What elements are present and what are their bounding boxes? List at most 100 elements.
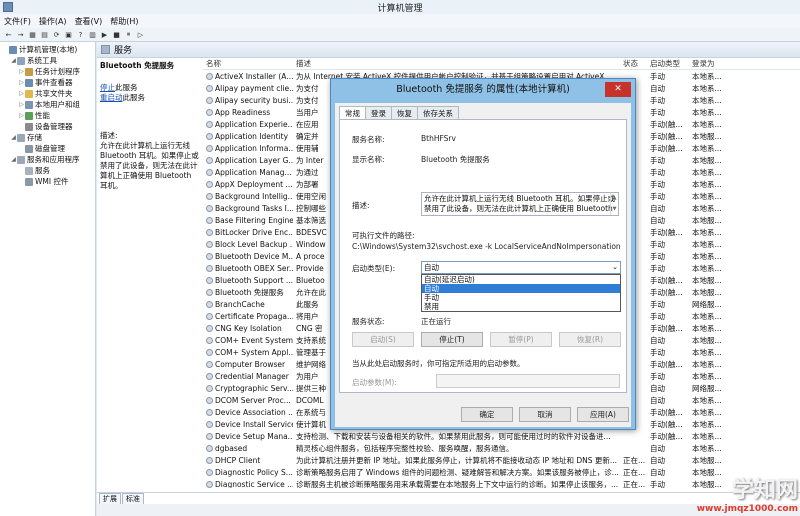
service-name-text: Certificate Propaga... xyxy=(215,311,293,321)
start-button[interactable]: 启动(S) xyxy=(352,332,414,347)
column-name[interactable]: 名称 xyxy=(203,58,293,69)
tree-item[interactable]: ◢ 存储 xyxy=(0,132,95,143)
service-description-pane: Bluetooth 免提服务 停止此服务 重启动此服务 描述: 允许在此计算机上… xyxy=(100,61,199,190)
toolbar: ← → ▦ ▤ ⟳ ▣ ? ▥ ▶ ■ ⏸ ▷ xyxy=(0,28,800,42)
service-startup-cell: 手动 xyxy=(650,71,665,81)
gear-icon xyxy=(206,204,213,212)
table-row[interactable]: Device Setup Mana... 支持检测、下载和安装与设备相关的软件。如… xyxy=(203,430,800,442)
tab-standard[interactable]: 标准 xyxy=(122,492,144,505)
expand-arrow-icon[interactable]: ◢ xyxy=(10,132,17,143)
tree-item[interactable]: ▷ 共享文件夹 xyxy=(0,88,95,99)
column-startup-type[interactable]: 启动类型 xyxy=(648,58,690,69)
tab-logon[interactable]: 登录 xyxy=(365,106,392,120)
description-field-label: 描述: xyxy=(352,201,370,210)
service-startup-cell: 手动(触... xyxy=(650,407,683,417)
service-name-text: Device Setup Mana... xyxy=(215,431,293,441)
tree-item[interactable]: ▷ 性能 xyxy=(0,110,95,121)
menu-file[interactable]: 文件(F) xyxy=(4,16,31,27)
stop-service-icon[interactable]: ■ xyxy=(112,30,121,39)
properties-icon[interactable]: ▥ xyxy=(88,30,97,39)
column-status[interactable]: 状态 xyxy=(621,58,648,69)
tree-item-label: 任务计划程序 xyxy=(35,67,80,76)
service-name-text: Computer Browser xyxy=(215,359,286,369)
expand-arrow-icon[interactable]: ▷ xyxy=(18,66,25,77)
startup-option[interactable]: 自动(延迟启动) xyxy=(422,275,620,284)
dialog-title: Bluetooth 免提服务 的属性(本地计算机) xyxy=(396,84,570,95)
tree-item-label: 服务 xyxy=(35,166,50,175)
list-icon[interactable]: ▤ xyxy=(40,30,49,39)
expand-arrow-icon[interactable]: ▷ xyxy=(18,99,25,110)
startup-option[interactable]: 自动 xyxy=(422,284,620,293)
expand-arrow-icon[interactable]: ◢ xyxy=(10,55,17,66)
chevron-down-icon[interactable]: ⌄ xyxy=(612,262,618,273)
service-name-text: DCOM Server Proc... xyxy=(215,395,291,405)
expand-arrow-icon[interactable]: ▷ xyxy=(18,110,25,121)
tree-item-label: 性能 xyxy=(35,111,50,120)
tree-item[interactable]: ▷ 本地用户和组 xyxy=(0,99,95,110)
gear-icon xyxy=(206,84,213,92)
cancel-button[interactable]: 取消 xyxy=(519,407,571,422)
back-icon[interactable]: ← xyxy=(4,30,13,39)
tree-node-icon xyxy=(25,166,33,175)
tree-item[interactable]: ▷ 任务计划程序 xyxy=(0,66,95,77)
forward-icon[interactable]: → xyxy=(16,30,25,39)
service-name-text: dgbased xyxy=(215,443,248,453)
startup-option[interactable]: 禁用 xyxy=(422,302,620,311)
restart-service-icon[interactable]: ▷ xyxy=(136,30,145,39)
service-name-text: Alipay payment clie... xyxy=(215,83,293,93)
service-logon-cell: 本地服... xyxy=(692,131,722,141)
horizontal-scrollbar[interactable] xyxy=(97,504,800,516)
start-service-icon[interactable]: ▶ xyxy=(100,30,109,39)
tree-item[interactable]: ◢ 服务和应用程序 xyxy=(0,154,95,165)
table-row[interactable]: DHCP Client 为此计算机注册并更新 IP 地址。如果此服务停止，计算机将… xyxy=(203,454,800,466)
service-logon-cell: 本地系... xyxy=(692,263,722,273)
help-icon[interactable]: ? xyxy=(76,30,85,39)
menu-action[interactable]: 操作(A) xyxy=(39,16,67,27)
tree-item[interactable]: ▷ 事件查看器 xyxy=(0,77,95,88)
gear-icon xyxy=(206,324,213,332)
show-tree-icon[interactable]: ▦ xyxy=(28,30,37,39)
service-startup-cell: 手动 xyxy=(650,155,665,165)
tree-item[interactable]: 计算机管理(本地) xyxy=(0,44,95,55)
tree-item[interactable]: ◢ 系统工具 xyxy=(0,55,95,66)
service-startup-cell: 自动 xyxy=(650,395,665,405)
selected-service-title: Bluetooth 免提服务 xyxy=(100,61,175,70)
service-logon-cell: 本地服... xyxy=(692,287,722,297)
restart-service-link[interactable]: 重启动 xyxy=(100,93,123,102)
tree-item[interactable]: WMI 控件 xyxy=(0,176,95,187)
resume-button[interactable]: 恢复(R) xyxy=(559,332,621,347)
pause-service-icon[interactable]: ⏸ xyxy=(124,30,133,39)
tab-recovery[interactable]: 恢复 xyxy=(391,106,418,120)
tab-dependencies[interactable]: 依存关系 xyxy=(417,106,459,120)
ok-button[interactable]: 确定 xyxy=(461,407,513,422)
pause-button[interactable]: 暂停(P) xyxy=(490,332,552,347)
service-name-cell: Diagnostic Service ... xyxy=(203,480,293,488)
tree-item[interactable]: 服务 xyxy=(0,165,95,176)
expand-arrow-icon[interactable]: ▷ xyxy=(18,88,25,99)
service-name-cell: DCOM Server Proc... xyxy=(203,396,293,405)
menu-help[interactable]: 帮助(H) xyxy=(110,16,138,27)
service-status-cell: 正在... xyxy=(623,455,646,465)
gear-icon xyxy=(206,252,213,260)
description-scrollbar[interactable]: ▲ ▼ xyxy=(610,193,618,215)
tab-extended[interactable]: 扩展 xyxy=(99,492,121,505)
stop-button[interactable]: 停止(T) xyxy=(421,332,483,347)
refresh-icon[interactable]: ⟳ xyxy=(52,30,61,39)
startup-option[interactable]: 手动 xyxy=(422,293,620,302)
expand-arrow-icon[interactable]: ◢ xyxy=(10,154,17,165)
column-description[interactable]: 描述 xyxy=(293,58,621,69)
startup-type-select[interactable]: 自动 ⌄ xyxy=(421,261,621,274)
expand-arrow-icon[interactable]: ▷ xyxy=(18,77,25,88)
start-params-input[interactable] xyxy=(436,374,620,388)
stop-service-link[interactable]: 停止 xyxy=(100,83,115,92)
export-icon[interactable]: ▣ xyxy=(64,30,73,39)
column-logon-as[interactable]: 登录为 xyxy=(690,58,730,69)
service-name-cell: Alipay security busi... xyxy=(203,96,293,105)
close-icon[interactable]: ✕ xyxy=(605,82,631,97)
tree-item-label: 计算机管理(本地) xyxy=(19,45,78,54)
tree-item[interactable]: 设备管理器 xyxy=(0,121,95,132)
menu-view[interactable]: 查看(V) xyxy=(75,16,103,27)
tree-item[interactable]: 磁盘管理 xyxy=(0,143,95,154)
apply-button[interactable]: 应用(A) xyxy=(577,407,629,422)
table-row[interactable]: dgbased 精灵核心组件服务，包括程序完整性校验、服务唤醒，服务通信。 自动 本地… xyxy=(203,442,800,454)
